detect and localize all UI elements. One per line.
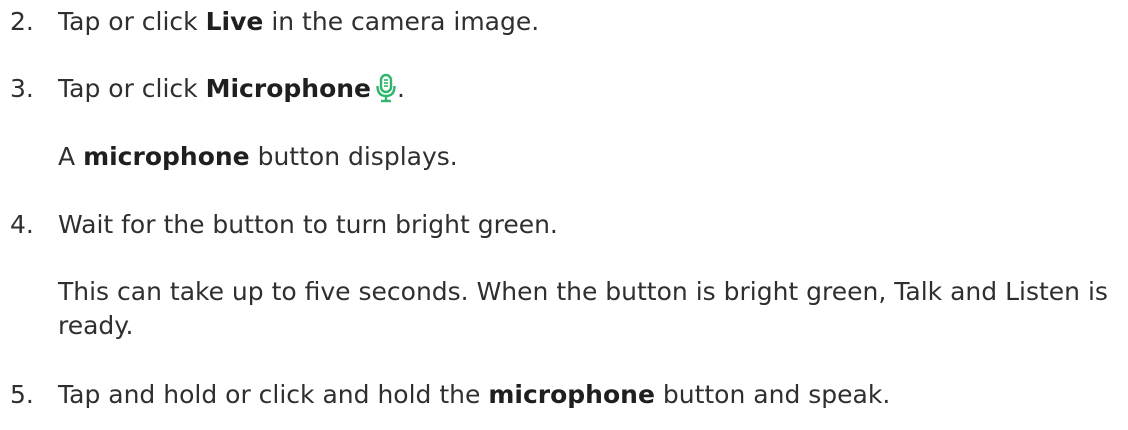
step-5-text: Tap and hold or click and hold the micro… (58, 378, 890, 412)
step-5-text-before: Tap and hold or click and hold the (58, 380, 489, 409)
step-3-text-after: . (397, 74, 405, 103)
step-number: 4. (10, 210, 34, 239)
step-3-note: A microphone button displays. (58, 140, 458, 174)
step-3-text: Tap or click Microphone . (58, 72, 405, 106)
step-3-text-before: Tap or click (58, 74, 206, 103)
step-2-text-before: Tap or click (58, 7, 206, 36)
microphone-icon (375, 73, 397, 103)
step-5-text-after: button and speak. (654, 380, 891, 409)
step-4-text: Wait for the button to turn bright green… (58, 210, 558, 239)
step-5-bold-term: microphone (488, 380, 655, 409)
step-3-note-bold: microphone (83, 142, 250, 171)
instructions-document: 2. Tap or click Live in the camera image… (0, 0, 1128, 430)
step-2-text-after: in the camera image. (263, 7, 540, 36)
step-3-note-before: A (58, 142, 84, 171)
step-number: 2. (10, 7, 34, 36)
step-3-bold-term: Microphone (205, 74, 372, 103)
step-number: 3. (10, 74, 34, 103)
step-2-text: Tap or click Live in the camera image. (58, 5, 539, 39)
step-number: 5. (10, 380, 34, 409)
step-2-bold-term: Live (205, 7, 264, 36)
step-3-note-after: button displays. (249, 142, 458, 171)
step-4-note: This can take up to five seconds. When t… (58, 277, 1108, 340)
